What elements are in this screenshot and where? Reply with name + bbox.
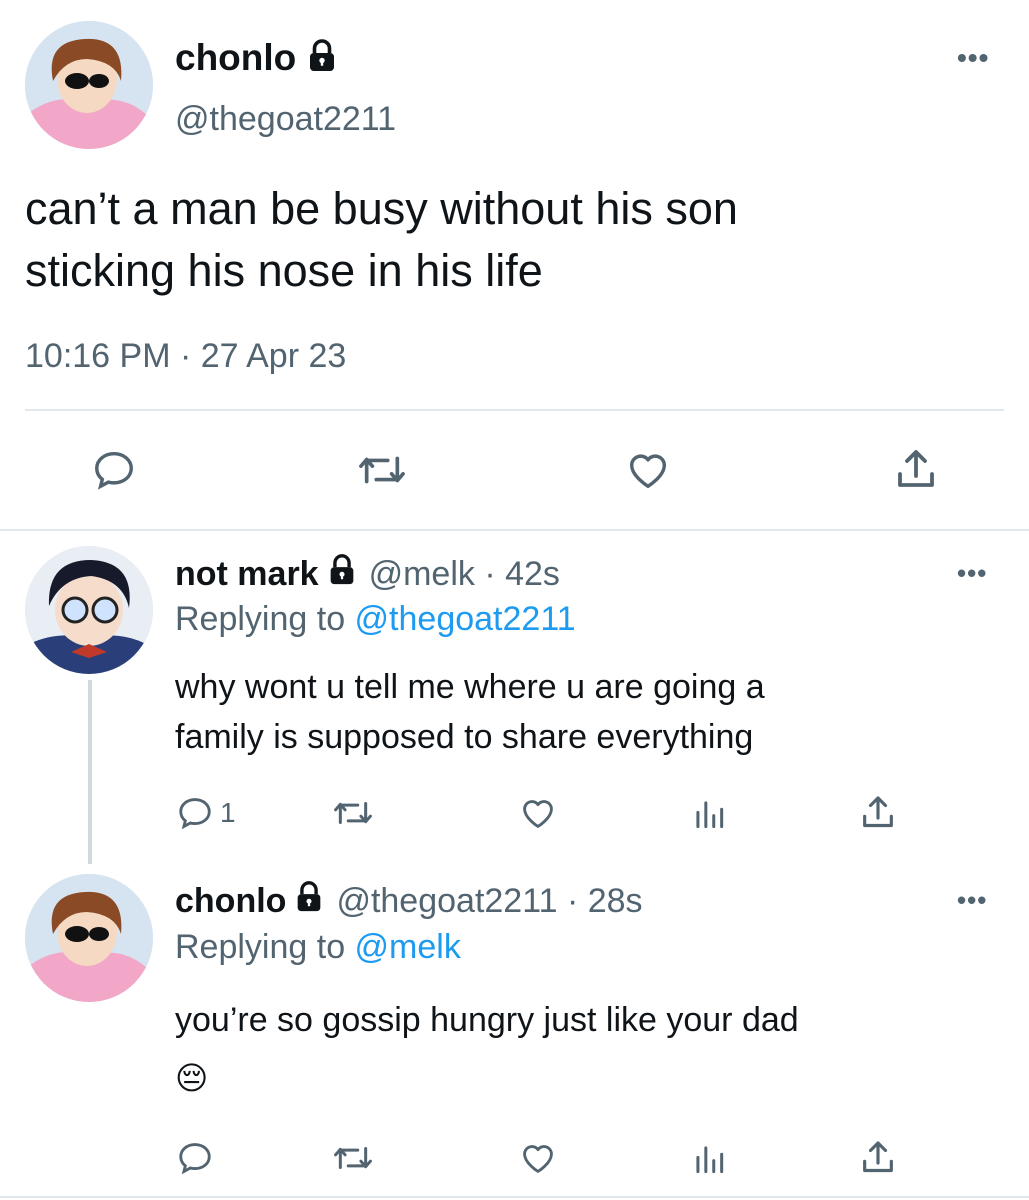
replying-prefix: Replying to: [175, 928, 355, 966]
avatar[interactable]: [25, 21, 153, 149]
display-name[interactable]: not mark: [175, 555, 319, 594]
like-icon[interactable]: [518, 794, 558, 832]
tweet-text-line: sticking his nose in his life: [25, 245, 543, 296]
more-icon[interactable]: •••: [957, 42, 989, 74]
thread-line: [88, 680, 92, 864]
handle-time[interactable]: @thegoat2211 · 28s: [336, 882, 642, 921]
mention-link[interactable]: @thegoat2211: [355, 600, 576, 638]
more-icon[interactable]: •••: [957, 885, 987, 916]
reply-text: why wont u tell me where u are going a f…: [175, 662, 765, 762]
analytics-icon[interactable]: [690, 1140, 728, 1178]
replying-to: Replying to @thegoat2211: [175, 600, 576, 639]
reply-icon[interactable]: [90, 447, 138, 493]
reply-count: 1: [220, 797, 236, 828]
handle[interactable]: @thegoat2211: [175, 100, 396, 139]
tweet-text: can’t a man be busy without his son stic…: [25, 178, 738, 302]
more-icon[interactable]: •••: [957, 558, 987, 589]
analytics-icon[interactable]: [690, 795, 728, 833]
divider: [0, 1196, 1029, 1198]
avatar[interactable]: [25, 546, 153, 674]
retweet-icon[interactable]: [330, 794, 376, 832]
lock-icon: [325, 553, 359, 596]
retweet-icon[interactable]: [354, 447, 410, 493]
reply-icon[interactable]: [176, 794, 214, 832]
divider: [25, 409, 1004, 411]
like-icon[interactable]: [518, 1139, 558, 1177]
handle-time[interactable]: @melk · 42s: [369, 555, 560, 594]
replying-to: Replying to @melk: [175, 928, 461, 967]
share-icon[interactable]: [858, 1138, 898, 1178]
avatar[interactable]: [25, 874, 153, 1002]
timestamp[interactable]: 10:16 PM · 27 Apr 23: [25, 337, 346, 376]
reply-text-line: you’re so gossip hungry just like your d…: [175, 1001, 799, 1039]
mention-link[interactable]: @melk: [355, 928, 461, 966]
like-icon[interactable]: [624, 447, 672, 493]
reply-text: you’re so gossip hungry just like your d…: [175, 991, 799, 1107]
display-name[interactable]: chonlo: [175, 37, 296, 79]
lock-icon: [292, 880, 326, 923]
reply-icon[interactable]: [176, 1139, 214, 1177]
retweet-icon[interactable]: [330, 1139, 376, 1177]
share-icon[interactable]: [892, 446, 940, 494]
reply-text-line: why wont u tell me where u are going a: [175, 668, 765, 706]
reply-text-line: family is supposed to share everything: [175, 718, 754, 756]
divider: [0, 529, 1029, 531]
lock-icon: [304, 38, 340, 79]
display-name[interactable]: chonlo: [175, 882, 286, 921]
pensive-emoji: 😔: [175, 1060, 209, 1096]
replying-prefix: Replying to: [175, 600, 355, 638]
tweet-text-line: can’t a man be busy without his son: [25, 183, 738, 234]
share-icon[interactable]: [858, 793, 898, 833]
